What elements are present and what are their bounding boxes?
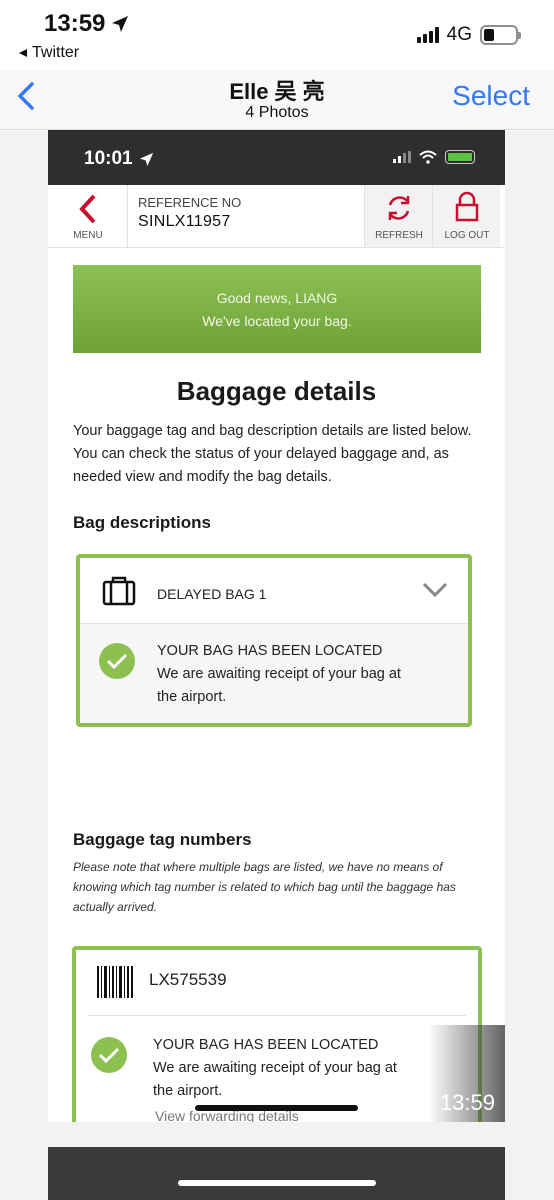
wifi-icon	[419, 150, 437, 164]
location-arrow-icon	[112, 16, 129, 32]
battery-icon	[480, 25, 521, 45]
battery-icon	[445, 150, 475, 164]
inner-status-right	[393, 150, 475, 164]
status-time: 13:59	[44, 10, 129, 38]
location-arrow-icon	[139, 152, 153, 166]
menu-label: MENU	[73, 230, 103, 241]
divider	[88, 1015, 466, 1016]
intro-text: Your baggage tag and bag description det…	[73, 423, 472, 485]
back-to-app-button[interactable]: Twitter	[18, 44, 79, 62]
tag-numbers-heading: Baggage tag numbers	[73, 830, 252, 849]
tag-status-title: YOUR BAG HAS BEEN LOCATED	[153, 1037, 379, 1053]
tag-number: LX575539	[149, 970, 227, 989]
inner-time-text: 10:01	[84, 148, 133, 169]
signal-icon	[416, 27, 439, 43]
signal-icon	[393, 151, 411, 163]
bag-card-header[interactable]: DELAYED BAG 1	[80, 558, 468, 624]
check-circle-icon	[99, 643, 135, 679]
tag-note: Please note that where multiple bags are…	[73, 860, 456, 914]
bag-status-panel: YOUR BAG HAS BEEN LOCATED We are awaitin…	[80, 624, 468, 723]
bag-status-line: the airport.	[157, 689, 227, 705]
back-app-label: Twitter	[32, 44, 80, 61]
select-button[interactable]: Select	[452, 80, 530, 112]
tag-card: LX575539 YOUR BAG HAS BEEN LOCATED We ar…	[72, 946, 482, 1122]
banner-greeting: Good news, LIANG	[216, 290, 338, 306]
video-timestamp: 13:59	[439, 1090, 495, 1115]
lock-icon	[455, 191, 479, 222]
inner-home-indicator	[195, 1105, 358, 1111]
status-right: 4G	[416, 24, 521, 46]
photo-screenshot[interactable]: 10:01 MENU REFERENCE NO SINLX11957 REFRE…	[48, 130, 505, 1122]
bag-status-line: We are awaiting receipt of your bag at	[157, 666, 401, 682]
time-text: 13:59	[44, 10, 106, 37]
bag-status-title: YOUR BAG HAS BEEN LOCATED	[157, 643, 383, 659]
back-triangle-icon	[19, 49, 27, 57]
status-bar: 13:59 Twitter 4G	[0, 0, 554, 70]
reference-number: SINLX11957	[138, 213, 231, 230]
barcode-icon	[97, 966, 133, 998]
page-title: Baggage details	[176, 376, 377, 406]
refresh-icon	[388, 196, 410, 220]
app-header: MENU REFERENCE NO SINLX11957 REFRESH LOG…	[48, 185, 505, 248]
refresh-button[interactable]: REFRESH	[364, 185, 432, 247]
bag-card: DELAYED BAG 1 YOUR BAG HAS BEEN LOCATED …	[76, 554, 472, 727]
tag-status-line: We are awaiting receipt of your bag at	[153, 1060, 397, 1076]
refresh-label: REFRESH	[375, 230, 423, 241]
bag-label: DELAYED BAG 1	[157, 586, 267, 602]
chevron-left-icon	[79, 194, 96, 224]
reference-label: REFERENCE NO	[138, 195, 242, 210]
inner-status-time: 10:01	[84, 148, 154, 170]
chevron-down-icon[interactable]	[422, 582, 448, 598]
bag-descriptions-heading: Bag descriptions	[73, 513, 211, 532]
success-banner: Good news, LIANG We've located your bag.	[73, 265, 481, 353]
banner-message: We've located your bag.	[202, 313, 352, 329]
suitcase-icon	[102, 576, 136, 606]
reference-block: REFERENCE NO SINLX11957	[138, 195, 241, 231]
photo-filmstrip[interactable]	[48, 1147, 505, 1200]
menu-button[interactable]: MENU	[48, 185, 128, 247]
photos-nav-bar: Elle 吴 亮 4 Photos Select	[0, 70, 554, 130]
tag-status-line: the airport.	[153, 1083, 223, 1099]
inner-status-bar: 10:01	[48, 130, 505, 185]
check-circle-icon	[91, 1037, 127, 1073]
logout-label: LOG OUT	[444, 230, 490, 241]
network-type: 4G	[446, 24, 472, 45]
logout-button[interactable]: LOG OUT	[432, 185, 500, 247]
home-indicator[interactable]	[178, 1180, 376, 1186]
